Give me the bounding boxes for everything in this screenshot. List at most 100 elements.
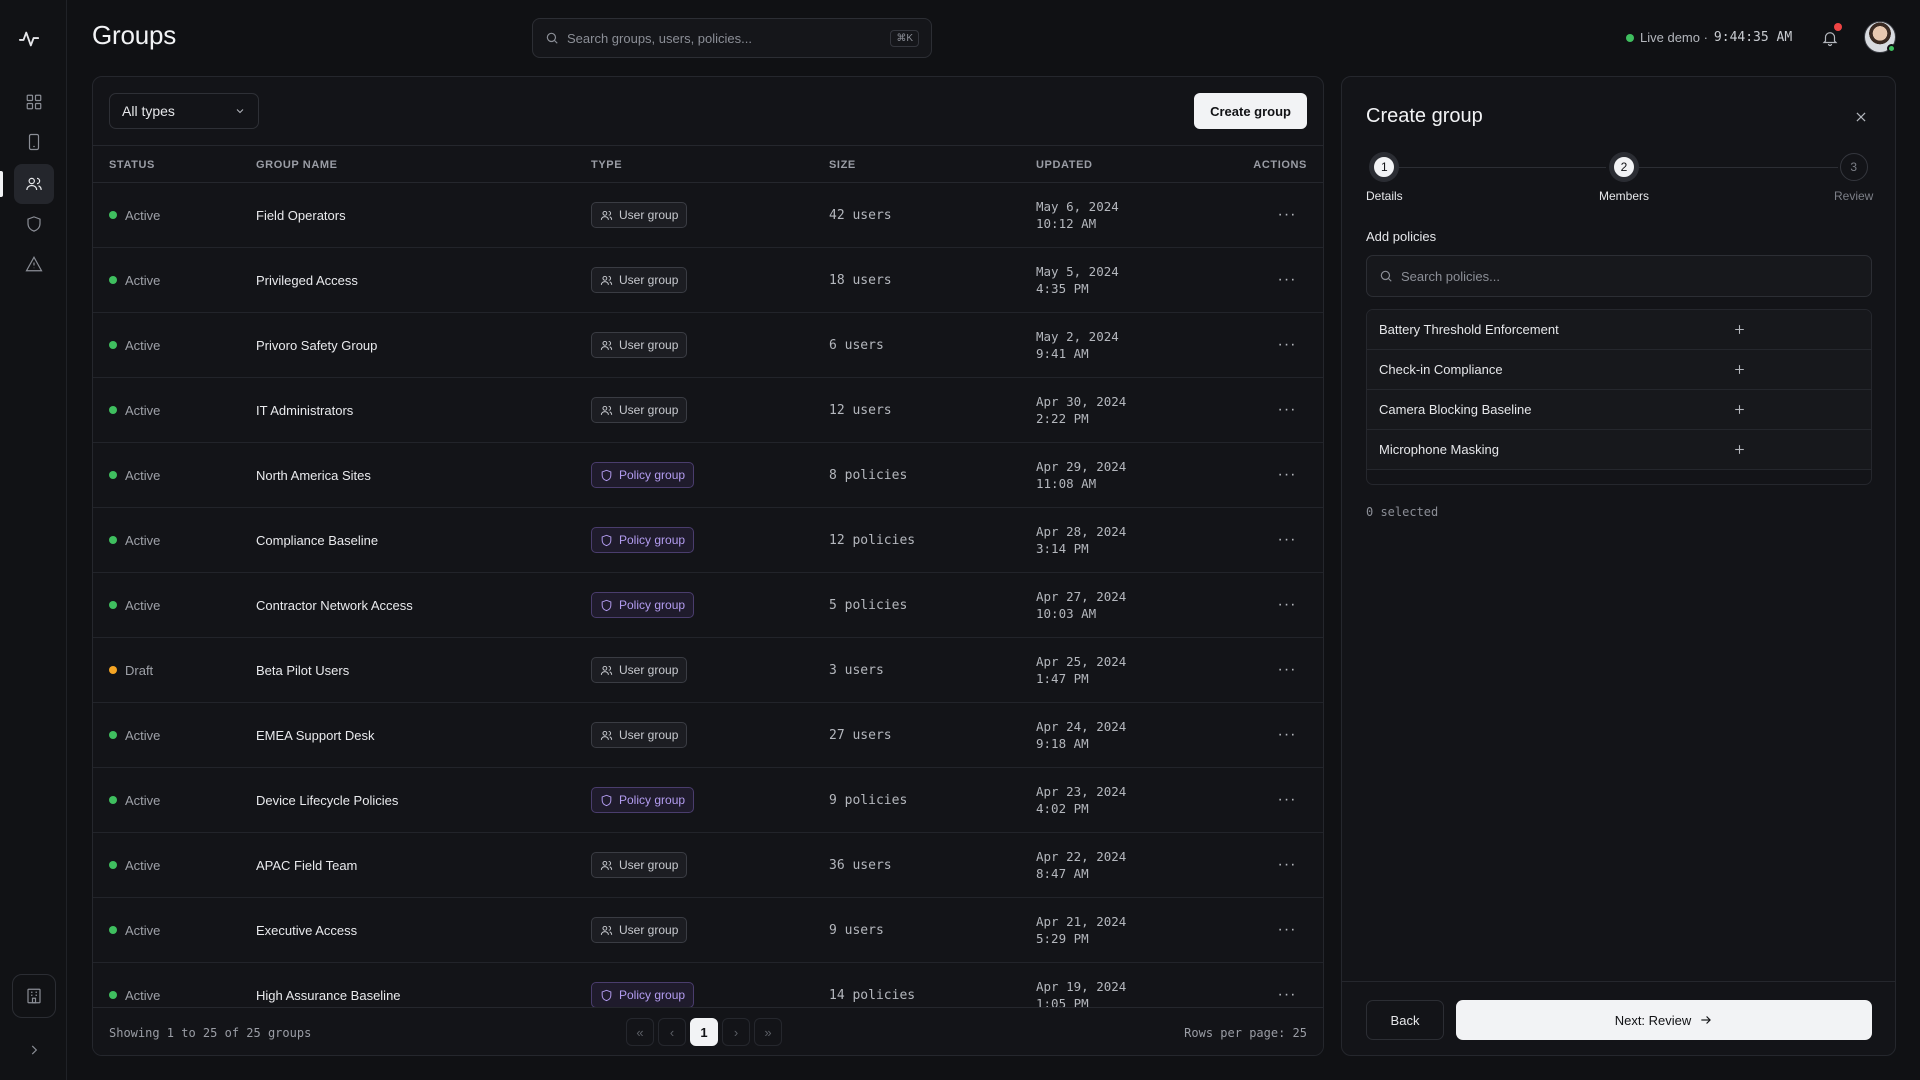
more-actions-icon[interactable]: ··· — [1275, 528, 1299, 552]
policy-search-input[interactable]: Search policies... — [1366, 255, 1872, 297]
step-members[interactable]: 2 Members — [1599, 153, 1649, 203]
group-name[interactable]: EMEA Support Desk — [256, 728, 375, 743]
group-name[interactable]: APAC Field Team — [256, 858, 357, 873]
type-cell: Policy group — [591, 573, 695, 637]
more-actions-icon[interactable]: ··· — [1275, 983, 1299, 1007]
policy-list-item[interactable]: Check-in Compliance — [1367, 350, 1871, 390]
group-name[interactable]: Field Operators — [256, 208, 346, 223]
group-name[interactable]: Beta Pilot Users — [256, 663, 349, 678]
actions-cell: ··· — [1275, 443, 1299, 507]
plus-icon[interactable] — [1619, 442, 1859, 458]
table-row[interactable]: Active Compliance Baseline Policy group 12 … — [93, 508, 1323, 573]
shield-icon — [600, 989, 613, 1002]
next-review-button[interactable]: Next: Review — [1456, 1000, 1872, 1040]
table-row[interactable]: Active High Assurance Baseline Policy grou… — [93, 963, 1323, 1007]
pulse-icon[interactable] — [16, 26, 42, 52]
plus-icon[interactable] — [1619, 322, 1859, 338]
table-row[interactable]: Active Field Operators User group 42 users M… — [93, 183, 1323, 248]
table-row[interactable]: Draft Beta Pilot Users User group 3 users Ap… — [93, 638, 1323, 703]
status-cell: Draft — [109, 638, 153, 702]
type-badge: Policy group — [591, 462, 695, 488]
table-row[interactable]: Active Device Lifecycle Policies Policy gr… — [93, 768, 1323, 833]
col-status[interactable]: STATUS — [109, 159, 155, 171]
col-size[interactable]: SIZE — [829, 159, 856, 171]
updated-date: Apr 24, 2024 — [1036, 719, 1127, 734]
prev-page-button[interactable]: ‹ — [658, 1018, 686, 1046]
plus-icon[interactable] — [1619, 362, 1859, 378]
updated-time: 1:05 PM — [1036, 996, 1089, 1007]
more-actions-icon[interactable]: ··· — [1275, 853, 1299, 877]
status-dot — [109, 796, 117, 804]
avatar[interactable] — [1864, 21, 1896, 53]
more-actions-icon[interactable]: ··· — [1275, 398, 1299, 422]
status-text: Active — [125, 207, 161, 223]
updated-cell: Apr 21, 2024 5:29 PM — [1036, 898, 1126, 962]
dashboard-icon[interactable] — [14, 82, 54, 122]
more-actions-icon[interactable]: ··· — [1275, 463, 1299, 487]
policy-list-item[interactable]: Camera Blocking Baseline — [1367, 390, 1871, 430]
policy-list-item[interactable]: Battery Threshold Enforcement — [1367, 310, 1871, 350]
table-row[interactable]: Active Privileged Access User group 18 user… — [93, 248, 1323, 313]
last-page-button[interactable]: » — [754, 1018, 782, 1046]
close-icon[interactable] — [1851, 107, 1871, 127]
next-page-button[interactable]: › — [722, 1018, 750, 1046]
actions-cell: ··· — [1275, 573, 1299, 637]
policy-name: Battery Threshold Enforcement — [1379, 322, 1559, 337]
status-text: Active — [125, 337, 161, 353]
more-actions-icon[interactable]: ··· — [1275, 788, 1299, 812]
bell-icon[interactable] — [1818, 23, 1842, 50]
status-cell: Active — [109, 703, 160, 767]
global-search-input[interactable]: Search groups, users, policies... ⌘K — [532, 18, 932, 58]
rows-per-page[interactable]: Rows per page: 25 — [1184, 1026, 1307, 1040]
more-actions-icon[interactable]: ··· — [1275, 918, 1299, 942]
more-actions-icon[interactable]: ··· — [1275, 268, 1299, 292]
table-row[interactable]: Active Contractor Network Access Policy gr… — [93, 573, 1323, 638]
more-actions-icon[interactable]: ··· — [1275, 658, 1299, 682]
device-icon[interactable] — [14, 122, 54, 162]
create-group-button[interactable]: Create group — [1194, 93, 1307, 129]
table-row[interactable]: Active Privoro Safety Group User group 6 us… — [93, 313, 1323, 378]
table-row[interactable]: Active North America Sites Policy group 8 p… — [93, 443, 1323, 508]
col-group-name[interactable]: GROUP NAME — [256, 159, 338, 171]
step-details[interactable]: 1 Details — [1366, 153, 1403, 203]
type-label: User group — [619, 403, 679, 417]
size-cell: 6 users — [829, 313, 884, 377]
more-actions-icon[interactable]: ··· — [1275, 203, 1299, 227]
group-name[interactable]: North America Sites — [256, 468, 371, 483]
chevron-right-icon[interactable] — [22, 1038, 46, 1062]
col-type[interactable]: TYPE — [591, 159, 622, 171]
more-actions-icon[interactable]: ··· — [1275, 333, 1299, 357]
size-cell: 14 policies — [829, 963, 915, 1007]
users-icon[interactable] — [14, 164, 54, 204]
group-name[interactable]: Compliance Baseline — [256, 533, 378, 548]
group-name[interactable]: Privoro Safety Group — [256, 338, 377, 353]
group-name[interactable]: Executive Access — [256, 923, 357, 938]
building-icon[interactable] — [12, 974, 56, 1018]
policy-list-item[interactable]: Microphone Masking — [1367, 430, 1871, 470]
type-filter-select[interactable]: All types — [109, 93, 259, 129]
col-updated[interactable]: UPDATED — [1036, 159, 1093, 171]
group-name[interactable]: Device Lifecycle Policies — [256, 793, 398, 808]
type-label: User group — [619, 728, 679, 742]
table-row[interactable]: Active IT Administrators User group 12 user… — [93, 378, 1323, 443]
group-name[interactable]: Privileged Access — [256, 273, 358, 288]
more-actions-icon[interactable]: ··· — [1275, 593, 1299, 617]
group-name[interactable]: High Assurance Baseline — [256, 988, 401, 1003]
updated-time: 11:08 AM — [1036, 476, 1097, 491]
alert-icon[interactable] — [14, 244, 54, 284]
group-name[interactable]: Contractor Network Access — [256, 598, 413, 613]
back-button[interactable]: Back — [1366, 1000, 1444, 1040]
updated-time: 4:35 PM — [1036, 281, 1089, 296]
table-row[interactable]: Active Executive Access User group 9 users A… — [93, 898, 1323, 963]
table-row[interactable]: Active EMEA Support Desk User group 27 user… — [93, 703, 1323, 768]
plus-icon[interactable] — [1619, 402, 1859, 418]
first-page-button[interactable]: « — [626, 1018, 654, 1046]
updated-cell: Apr 23, 2024 4:02 PM — [1036, 768, 1126, 832]
page-button-current[interactable]: 1 — [690, 1018, 718, 1046]
more-actions-icon[interactable]: ··· — [1275, 723, 1299, 747]
group-name[interactable]: IT Administrators — [256, 403, 353, 418]
step-review[interactable]: 3 Review — [1834, 153, 1873, 203]
table-footer: Showing 1 to 25 of 25 groups « ‹ 1 › » R… — [93, 1007, 1323, 1055]
shield-icon[interactable] — [14, 204, 54, 244]
table-row[interactable]: Active APAC Field Team User group 36 users A… — [93, 833, 1323, 898]
